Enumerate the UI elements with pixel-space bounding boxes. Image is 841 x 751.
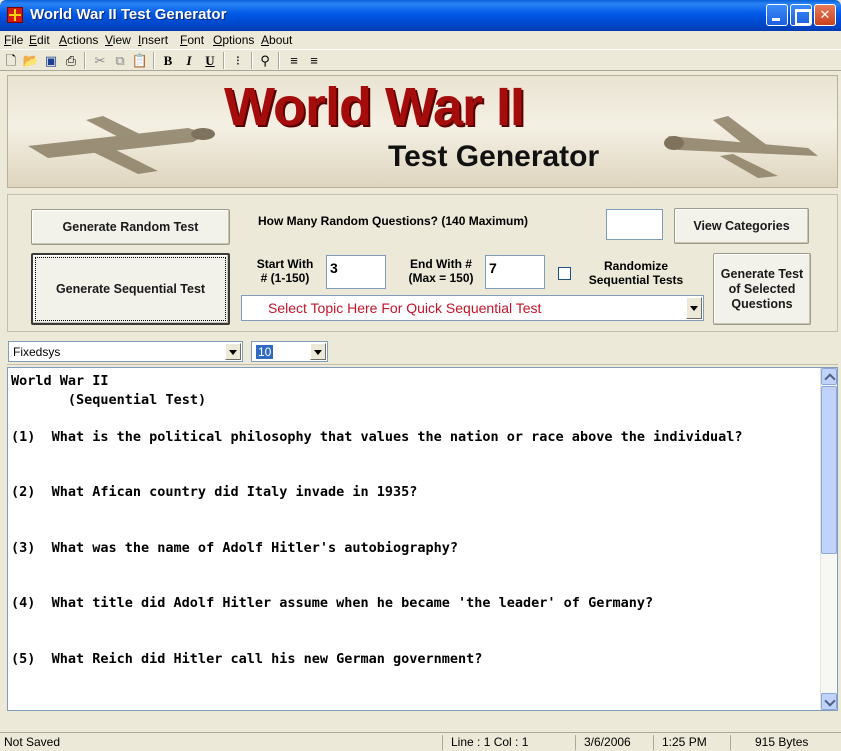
toolbar-separator bbox=[153, 52, 155, 69]
chevron-down-icon[interactable] bbox=[310, 343, 326, 360]
menu-font[interactable]: Font bbox=[180, 33, 204, 47]
editor-content[interactable]: World War II (Sequential Test) (1) What … bbox=[11, 372, 817, 668]
menu-about[interactable]: About bbox=[261, 33, 292, 47]
window-title: World War II Test Generator bbox=[30, 6, 227, 23]
save-status: Not Saved bbox=[4, 735, 61, 749]
menu-bar: File Edit Actions View Insert Font Optio… bbox=[0, 31, 841, 49]
topic-select-text: Select Topic Here For Quick Sequential T… bbox=[268, 300, 542, 316]
randomize-label: Randomize Sequential Tests bbox=[588, 259, 684, 287]
banner: World War II Test Generator bbox=[7, 75, 838, 188]
close-button[interactable]: ✕ bbox=[814, 4, 836, 26]
font-toolbar: Fixedsys 10 bbox=[7, 337, 838, 365]
toolbar-separator bbox=[223, 52, 225, 69]
test-editor[interactable]: World War II (Sequential Test) (1) What … bbox=[7, 367, 838, 711]
toolbar-separator bbox=[84, 52, 86, 69]
editor-line: World War II bbox=[11, 373, 109, 389]
menu-insert[interactable]: Insert bbox=[138, 33, 168, 47]
scroll-down-icon[interactable] bbox=[821, 693, 837, 710]
save-icon[interactable]: ▣ bbox=[42, 52, 60, 69]
toolbar-separator bbox=[278, 52, 280, 69]
topic-select[interactable]: Select Topic Here For Quick Sequential T… bbox=[241, 295, 704, 321]
chevron-down-icon[interactable] bbox=[686, 297, 702, 319]
menu-file[interactable]: File bbox=[4, 33, 23, 47]
cut-icon[interactable]: ✂ bbox=[91, 52, 109, 69]
editor-line: (4) What title did Adolf Hitler assume w… bbox=[11, 595, 654, 611]
paste-icon[interactable]: 📋 bbox=[131, 52, 149, 69]
menu-view[interactable]: View bbox=[105, 33, 131, 47]
status-time: 1:25 PM bbox=[653, 735, 707, 750]
vertical-scrollbar[interactable] bbox=[820, 368, 837, 710]
menu-actions[interactable]: Actions bbox=[59, 33, 98, 47]
toolbar: 🗋 📂 ▣ ⎙ ✂ ⧉ 📋 B I U ⁝ ⚲ ≡ ≡ bbox=[0, 49, 841, 71]
generate-selected-button[interactable]: Generate Test of Selected Questions bbox=[713, 253, 811, 325]
editor-line: (Sequential Test) bbox=[11, 391, 207, 408]
start-with-label: Start With # (1-150) bbox=[256, 257, 314, 285]
open-folder-icon[interactable]: 📂 bbox=[22, 52, 40, 69]
maximize-button[interactable] bbox=[790, 4, 812, 26]
randomize-checkbox[interactable] bbox=[558, 267, 571, 280]
bullets-icon[interactable]: ⁝ bbox=[229, 52, 247, 69]
bold-icon[interactable]: B bbox=[159, 52, 177, 69]
generate-random-button[interactable]: Generate Random Test bbox=[31, 209, 230, 245]
scroll-up-icon[interactable] bbox=[821, 368, 837, 385]
copy-icon[interactable]: ⧉ bbox=[111, 52, 129, 69]
status-date: 3/6/2006 bbox=[575, 735, 631, 750]
new-file-icon[interactable]: 🗋 bbox=[2, 52, 20, 69]
random-count-label: How Many Random Questions? (140 Maximum) bbox=[258, 214, 529, 228]
editor-line: (5) What Reich did Hitler call his new G… bbox=[11, 650, 483, 667]
editor-line: (2) What Afican country did Italy invade… bbox=[11, 484, 418, 500]
status-bar: Not Saved Line : 1 Col : 1 3/6/2006 1:25… bbox=[0, 732, 841, 751]
app-window: World War II Test Generator ✕ File Edit … bbox=[0, 0, 841, 751]
underline-icon[interactable]: U bbox=[201, 52, 219, 69]
chevron-down-icon[interactable] bbox=[225, 343, 241, 360]
italic-icon[interactable]: I bbox=[180, 52, 198, 69]
editor-line: (1) What is the political philosophy tha… bbox=[11, 428, 743, 445]
banner-title: World War II bbox=[224, 77, 525, 137]
align-center-icon[interactable]: ≡ bbox=[305, 52, 323, 69]
scrollbar-thumb[interactable] bbox=[821, 386, 837, 554]
font-size-value: 10 bbox=[256, 345, 274, 359]
font-name-value: Fixedsys bbox=[13, 345, 61, 359]
menu-options[interactable]: Options bbox=[213, 33, 254, 47]
random-count-input[interactable] bbox=[606, 209, 663, 240]
view-categories-button[interactable]: View Categories bbox=[674, 208, 809, 244]
editor-line: (3) What was the name of Adolf Hitler's … bbox=[11, 539, 459, 556]
title-bar[interactable]: World War II Test Generator ✕ bbox=[0, 0, 841, 31]
file-size: 915 Bytes bbox=[730, 735, 808, 750]
end-with-input[interactable]: 7 bbox=[485, 255, 545, 289]
cursor-position: Line : 1 Col : 1 bbox=[442, 735, 528, 750]
test-controls: Generate Random Test How Many Random Que… bbox=[7, 194, 838, 332]
find-icon[interactable]: ⚲ bbox=[256, 52, 274, 69]
align-left-icon[interactable]: ≡ bbox=[285, 52, 303, 69]
minimize-button[interactable] bbox=[766, 4, 788, 26]
menu-edit[interactable]: Edit bbox=[29, 33, 50, 47]
app-icon[interactable] bbox=[7, 7, 23, 23]
generate-sequential-button[interactable]: Generate Sequential Test bbox=[31, 253, 230, 325]
banner-subtitle: Test Generator bbox=[388, 140, 600, 173]
start-with-input[interactable]: 3 bbox=[326, 255, 386, 289]
font-name-select[interactable]: Fixedsys bbox=[8, 341, 243, 362]
toolbar-separator bbox=[251, 52, 253, 69]
print-icon[interactable]: ⎙ bbox=[62, 52, 80, 69]
end-with-label: End With # (Max = 150) bbox=[408, 257, 474, 285]
font-size-select[interactable]: 10 bbox=[251, 341, 328, 362]
